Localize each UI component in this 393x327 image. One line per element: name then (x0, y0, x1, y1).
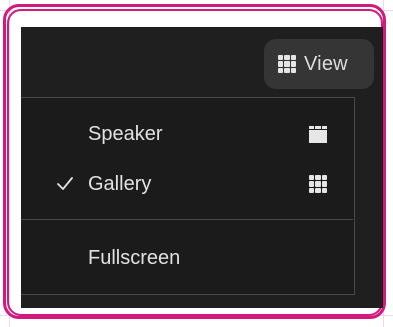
view-menu: Speaker Gallery Fullscreen (21, 97, 355, 295)
menu-item-fullscreen[interactable]: Fullscreen (21, 236, 353, 280)
menu-item-speaker[interactable]: Speaker (21, 112, 353, 156)
speaker-view-icon (309, 125, 327, 143)
menu-item-label: Fullscreen (88, 246, 181, 269)
view-button-label: View (304, 52, 348, 75)
meeting-window: View Speaker Gallery Fullscreen (21, 27, 383, 308)
menu-item-label: Speaker (88, 122, 163, 145)
menu-item-label: Gallery (88, 172, 152, 195)
gallery-view-icon (309, 175, 327, 193)
checkmark-icon (57, 177, 73, 190)
view-button[interactable]: View (264, 39, 374, 89)
menu-item-gallery[interactable]: Gallery (21, 162, 353, 206)
menu-divider (21, 219, 353, 220)
grid-icon (278, 55, 296, 73)
